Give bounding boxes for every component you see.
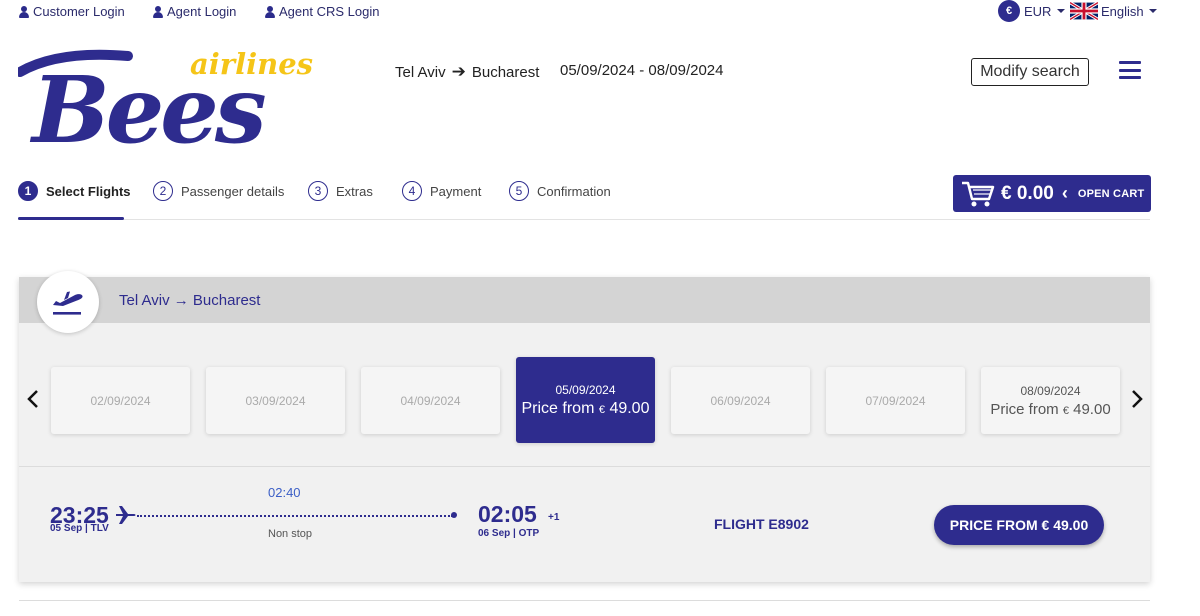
airplane-icon [116,506,136,524]
top-bar: Customer Login Agent Login Agent CRS Log… [0,0,1200,24]
arrival-info: 06 Sep | OTP [478,528,540,539]
header-dates: 05/09/2024 - 08/09/2024 [560,62,724,79]
customer-login-label: Customer Login [33,4,125,19]
user-icon [153,5,163,18]
agent-crs-login-label: Agent CRS Login [279,4,380,19]
price-prefix: Price from [990,400,1059,418]
customer-login-link[interactable]: Customer Login [19,4,125,19]
date-option[interactable]: 02/09/2024 [51,367,190,434]
step-number: 4 [402,181,422,201]
date-label: 05/09/2024 [555,382,616,397]
header-destination: Bucharest [471,63,540,81]
price-prefix: Price from [521,399,595,417]
step-label: Confirmation [537,183,611,199]
flight-stops: Non stop [268,528,313,540]
flight-path-line [137,515,453,517]
logo-bees-text: Bees [29,56,265,162]
step-confirmation[interactable]: 5 Confirmation [509,181,611,201]
chevron-left-icon[interactable] [25,388,41,410]
header-route: Tel Aviv ➔ Bucharest [395,62,539,82]
date-option[interactable]: 03/09/2024 [206,367,345,434]
date-label: 08/09/2024 [1020,383,1081,398]
modify-search-button[interactable]: Modify search [971,58,1089,86]
price-value: 49.00 [609,399,650,417]
card-divider [19,466,1150,467]
user-icon [265,5,275,18]
date-option[interactable]: 06/09/2024 [671,367,810,434]
step-number: 2 [153,181,173,201]
cart-icon [962,181,995,206]
departure-icon-badge [37,271,99,333]
bees-airlines-logo[interactable]: airlines Bees [18,42,333,162]
date-label: 04/09/2024 [400,393,461,408]
step-number: 1 [18,181,38,201]
price-currency: € [598,403,605,416]
step-payment[interactable]: 4 Payment [402,181,481,201]
date-label: 03/09/2024 [245,393,306,408]
step-select-flights[interactable]: 1 Select Flights [18,181,131,201]
select-price-button[interactable]: PRICE FROM € 49.00 [934,505,1104,545]
price-value: 49.00 [1073,400,1111,418]
step-number: 5 [509,181,529,201]
agent-login-label: Agent Login [167,4,237,19]
plus-day-badge: +1 [548,512,560,523]
flight-card: Tel Aviv → Bucharest 02/09/2024 03/09/20… [19,271,1150,582]
currency-label: EUR [1024,3,1052,19]
step-label: Payment [430,183,482,199]
language-selector[interactable]: English [1070,2,1157,20]
bottom-divider [19,600,1150,601]
flight-number: FLIGHT E8902 [714,516,809,532]
language-label: English [1101,3,1144,19]
arrival-time: 02:05 [478,501,537,527]
airplane-takeoff-icon [53,291,83,315]
user-icon [19,5,29,18]
date-label: 07/09/2024 [865,393,926,408]
active-step-underline [18,217,124,220]
price-currency: € [1062,404,1069,417]
uk-flag-icon [1070,2,1098,20]
date-option-selected[interactable]: 05/09/2024 Price from € 49.00 [516,357,655,443]
menu-icon[interactable] [1119,61,1141,79]
date-option[interactable]: 07/09/2024 [826,367,965,434]
date-label: 02/09/2024 [90,393,151,408]
caret-down-icon [1057,9,1066,13]
step-number: 3 [308,181,328,201]
step-extras[interactable]: 3 Extras [308,181,373,201]
step-label: Extras [336,183,373,199]
caret-down-icon [1148,9,1157,13]
step-label: Select Flights [46,183,131,199]
step-label: Passenger details [181,183,285,199]
date-option[interactable]: 08/09/2024 Price from € 49.00 [981,367,1120,434]
euro-icon: € [998,0,1020,22]
chevron-right-icon[interactable] [1129,388,1145,410]
date-price: Price from € 49.00 [990,401,1110,418]
date-label: 06/09/2024 [710,393,771,408]
flight-path-end-dot [451,512,457,518]
agent-login-link[interactable]: Agent Login [153,4,236,19]
cart-amount: € 0.00 [1001,182,1054,204]
card-route-title: Tel Aviv → Bucharest [119,292,261,309]
date-option[interactable]: 04/09/2024 [361,367,500,434]
currency-selector[interactable]: € EUR [998,0,1066,22]
header-origin: Tel Aviv [395,63,446,81]
step-passenger-details[interactable]: 2 Passenger details [153,181,284,201]
arrow-right-icon: ➔ [451,62,466,81]
open-cart-label: OPEN CART [1077,187,1145,200]
departure-info: 05 Sep | TLV [50,523,109,534]
chevron-left-icon: ‹ [1061,183,1068,203]
agent-crs-login-link[interactable]: Agent CRS Login [265,4,379,19]
flight-duration: 02:40 [268,485,301,500]
open-cart-button[interactable]: € 0.00 ‹ OPEN CART [953,175,1151,212]
date-price: Price from € 49.00 [522,400,650,418]
